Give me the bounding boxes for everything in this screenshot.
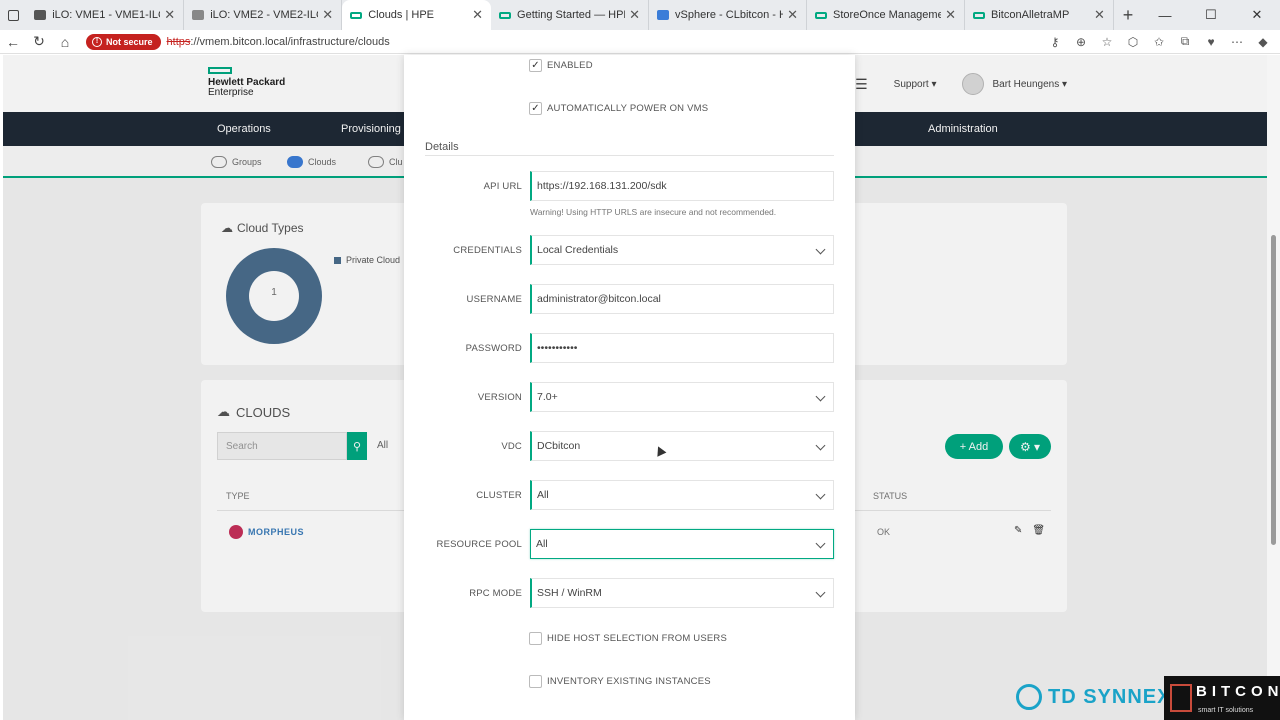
rpc-mode-select[interactable]: SSH / WinRM xyxy=(530,578,834,608)
hide-host-checkbox[interactable] xyxy=(529,632,542,645)
tab-favicon xyxy=(657,10,670,20)
extensions-icon[interactable]: ⬡ xyxy=(1122,31,1144,53)
credentials-select[interactable]: Local Credentials xyxy=(530,235,834,265)
api-url-field[interactable]: https://192.168.131.200/sdk xyxy=(530,171,834,201)
key-icon[interactable]: ⚷ xyxy=(1044,31,1066,53)
performance-icon[interactable]: ♥ xyxy=(1200,31,1222,53)
bitcon-logo-icon xyxy=(1170,684,1192,712)
minimize-icon[interactable]: — xyxy=(1142,0,1188,30)
rpc-mode-row: RPC MODE SSH / WinRM xyxy=(404,578,855,608)
cloud-edit-modal: ✓ ENABLED ✓ AUTOMATICALLY POWER ON VMS D… xyxy=(404,55,855,720)
version-select[interactable]: 7.0+ xyxy=(530,382,834,412)
cluster-label: CLUSTER xyxy=(476,490,522,501)
api-url-row: API URL https://192.168.131.200/sdk xyxy=(404,171,855,201)
td-synnex-icon xyxy=(1016,684,1042,710)
vdc-select[interactable]: DCbitcon xyxy=(530,431,834,461)
tab-favicon xyxy=(499,11,512,19)
tab-close-icon[interactable]: ✕ xyxy=(1094,7,1105,23)
resource-pool-row: RESOURCE POOL All xyxy=(404,529,855,559)
more-icon[interactable]: ⋯ xyxy=(1226,31,1248,53)
tab-close-icon[interactable]: ✕ xyxy=(164,7,175,23)
inventory-checkbox-row[interactable]: INVENTORY EXISTING INSTANCES xyxy=(529,675,711,688)
hide-host-checkbox-row[interactable]: HIDE HOST SELECTION FROM USERS xyxy=(529,632,727,645)
new-tab-button[interactable]: + xyxy=(1114,0,1142,30)
zoom-icon[interactable]: ⊕ xyxy=(1070,31,1092,53)
cluster-row: CLUSTER All xyxy=(404,480,855,510)
tab-close-icon[interactable]: ✕ xyxy=(945,7,956,23)
collections-icon[interactable]: ⧉ xyxy=(1174,31,1196,53)
rpc-mode-label: RPC MODE xyxy=(469,588,522,599)
tab-actions-icon[interactable] xyxy=(0,0,26,30)
enabled-checkbox-row[interactable]: ✓ ENABLED xyxy=(529,59,593,72)
td-synnex-logo: TD SYNNEX xyxy=(1016,684,1171,710)
not-secure-badge[interactable]: ! Not secure xyxy=(86,33,161,50)
tab-ilo-vme1[interactable]: iLO: VME1 - VME1-ILO.bitcon.lo✕ xyxy=(26,0,185,30)
tab-storeonce[interactable]: StoreOnce Management Conso✕ xyxy=(807,0,966,30)
resource-pool-select[interactable]: All xyxy=(530,529,834,559)
api-url-label: API URL xyxy=(483,181,522,192)
home-icon[interactable]: ⌂ xyxy=(52,30,78,54)
version-row: VERSION 7.0+ xyxy=(404,382,855,412)
maximize-icon[interactable]: ☐ xyxy=(1188,0,1234,30)
inventory-checkbox[interactable] xyxy=(529,675,542,688)
tab-favicon xyxy=(34,10,47,20)
tab-favicon xyxy=(973,11,986,19)
auto-power-checkbox-row[interactable]: ✓ AUTOMATICALLY POWER ON VMS xyxy=(529,102,708,115)
url-field[interactable]: https://vmem.bitcon.local/infrastructure… xyxy=(167,36,390,48)
enabled-checkbox[interactable]: ✓ xyxy=(529,59,542,72)
vdc-row: VDC DCbitcon xyxy=(404,431,855,461)
password-row: PASSWORD ••••••••••• xyxy=(404,333,855,363)
username-field[interactable]: administrator@bitcon.local xyxy=(530,284,834,314)
username-label: USERNAME xyxy=(466,294,522,305)
cluster-select[interactable]: All xyxy=(530,480,834,510)
password-label: PASSWORD xyxy=(465,343,522,354)
username-row: USERNAME administrator@bitcon.local xyxy=(404,284,855,314)
donut-value: 1 xyxy=(271,287,277,298)
tab-close-icon[interactable]: ✕ xyxy=(472,7,483,23)
copilot-icon[interactable]: ◆ xyxy=(1252,31,1274,53)
vdc-label: VDC xyxy=(501,441,522,452)
details-section-title: Details xyxy=(425,141,459,153)
tab-favicon xyxy=(192,10,205,20)
bitcon-logo: BITCON smart IT solutions xyxy=(1164,676,1280,720)
auto-power-checkbox[interactable]: ✓ xyxy=(529,102,542,115)
tab-getting-started[interactable]: Getting Started — HPE VM Doc✕ xyxy=(491,0,650,30)
tab-bitcon-alletra[interactable]: BitconAlletraMP ✕ xyxy=(965,0,1114,30)
tab-clouds-hpe[interactable]: Clouds | HPE ✕ xyxy=(342,0,492,30)
tab-close-icon[interactable]: ✕ xyxy=(787,7,798,23)
credentials-row: CREDENTIALS Local Credentials xyxy=(404,235,855,265)
tab-vsphere[interactable]: vSphere - CLbitcon - Hosts✕ xyxy=(649,0,808,30)
credentials-label: CREDENTIALS xyxy=(453,245,522,256)
tab-close-icon[interactable]: ✕ xyxy=(629,7,640,23)
tab-close-icon[interactable]: ✕ xyxy=(322,7,333,23)
password-field[interactable]: ••••••••••• xyxy=(530,333,834,363)
page-scrollbar[interactable] xyxy=(1267,55,1280,720)
api-url-warning: Warning! Using HTTP URLS are insecure an… xyxy=(530,207,777,217)
close-window-icon[interactable]: ✕ xyxy=(1234,0,1280,30)
tab-favicon xyxy=(815,11,828,19)
resource-pool-label: RESOURCE POOL xyxy=(436,539,522,550)
back-icon[interactable]: ← xyxy=(0,30,26,54)
favorites-icon[interactable]: ✩ xyxy=(1148,31,1170,53)
browser-tab-bar: iLO: VME1 - VME1-ILO.bitcon.lo✕ iLO: VME… xyxy=(0,0,1280,30)
version-label: VERSION xyxy=(477,392,522,403)
address-bar: ← ↻ ⌂ ! Not secure https://vmem.bitcon.lo… xyxy=(0,30,1280,54)
warning-icon: ! xyxy=(92,36,102,47)
tab-ilo-vme2[interactable]: iLO: VME2 - VME2-ILO.bitcon.lo✕ xyxy=(184,0,343,30)
reload-icon[interactable]: ↻ xyxy=(26,30,52,54)
scrollbar-thumb[interactable] xyxy=(1271,235,1276,545)
details-divider xyxy=(425,155,834,156)
favorite-star-icon[interactable]: ☆ xyxy=(1096,31,1118,53)
tab-favicon xyxy=(350,11,363,19)
